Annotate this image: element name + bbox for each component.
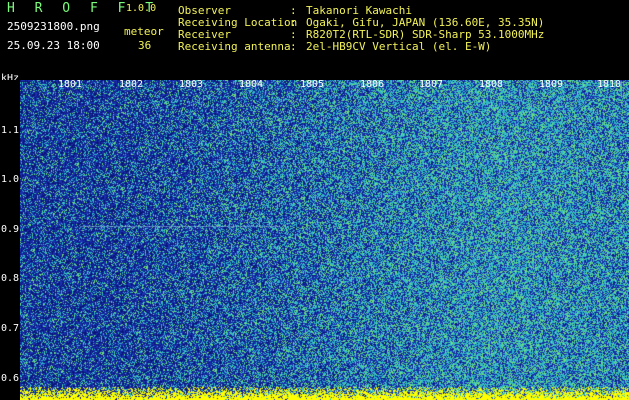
observer-value: Takanori Kawachi	[306, 4, 412, 17]
spectrogram-panel	[20, 80, 629, 400]
time-label: 1808	[479, 79, 504, 90]
time-label: 1810	[597, 79, 622, 90]
receiver-colon: :	[290, 28, 297, 41]
time-label: 1804	[239, 79, 264, 90]
freq-label: 1.0	[1, 174, 20, 185]
time-axis: 1801 1802 1803 1804 1805 1806 1807 1808 …	[0, 80, 629, 92]
time-label: 1809	[539, 79, 564, 90]
frequency-axis: 1.1 1.0 0.9 0.8 0.7 0.6	[0, 80, 20, 400]
location-label: Receiving Location	[178, 16, 298, 29]
observer-colon: :	[290, 4, 297, 17]
receiver-value: R820T2(RTL-SDR) SDR-Sharp 53.1000MHz	[306, 28, 545, 41]
antenna-label: Receiving antenna	[178, 40, 291, 53]
time-label: 1807	[419, 79, 444, 90]
freq-label: 0.8	[1, 273, 20, 284]
freq-label: 0.6	[1, 373, 20, 384]
app-version: 1.0.0	[126, 3, 157, 14]
freq-label: 0.9	[1, 224, 20, 235]
spectrogram-image	[20, 80, 629, 400]
meteor-count: 36	[138, 39, 152, 52]
receiver-label: Receiver	[178, 28, 231, 41]
timestamp: 25.09.23 18:00	[7, 39, 100, 52]
antenna-value: 2el-HB9CV Vertical (el. E-W)	[306, 40, 492, 53]
mode-label: meteor	[124, 25, 164, 38]
observer-label: Observer	[178, 4, 231, 17]
location-colon: :	[290, 16, 297, 29]
time-label: 1801	[58, 79, 83, 90]
file-name: 2509231800.png	[7, 20, 100, 33]
time-label: 1805	[300, 79, 325, 90]
location-value: Ogaki, Gifu, JAPAN (136.60E, 35.35N)	[306, 16, 545, 29]
antenna-colon: :	[290, 40, 297, 53]
time-label: 1802	[119, 79, 144, 90]
freq-label: 0.7	[1, 323, 20, 334]
time-label: 1803	[179, 79, 204, 90]
header-panel: H R O F F T 1.0.0 2509231800.png meteor …	[0, 0, 629, 80]
freq-label: 1.1	[1, 125, 20, 136]
time-label: 1806	[360, 79, 385, 90]
